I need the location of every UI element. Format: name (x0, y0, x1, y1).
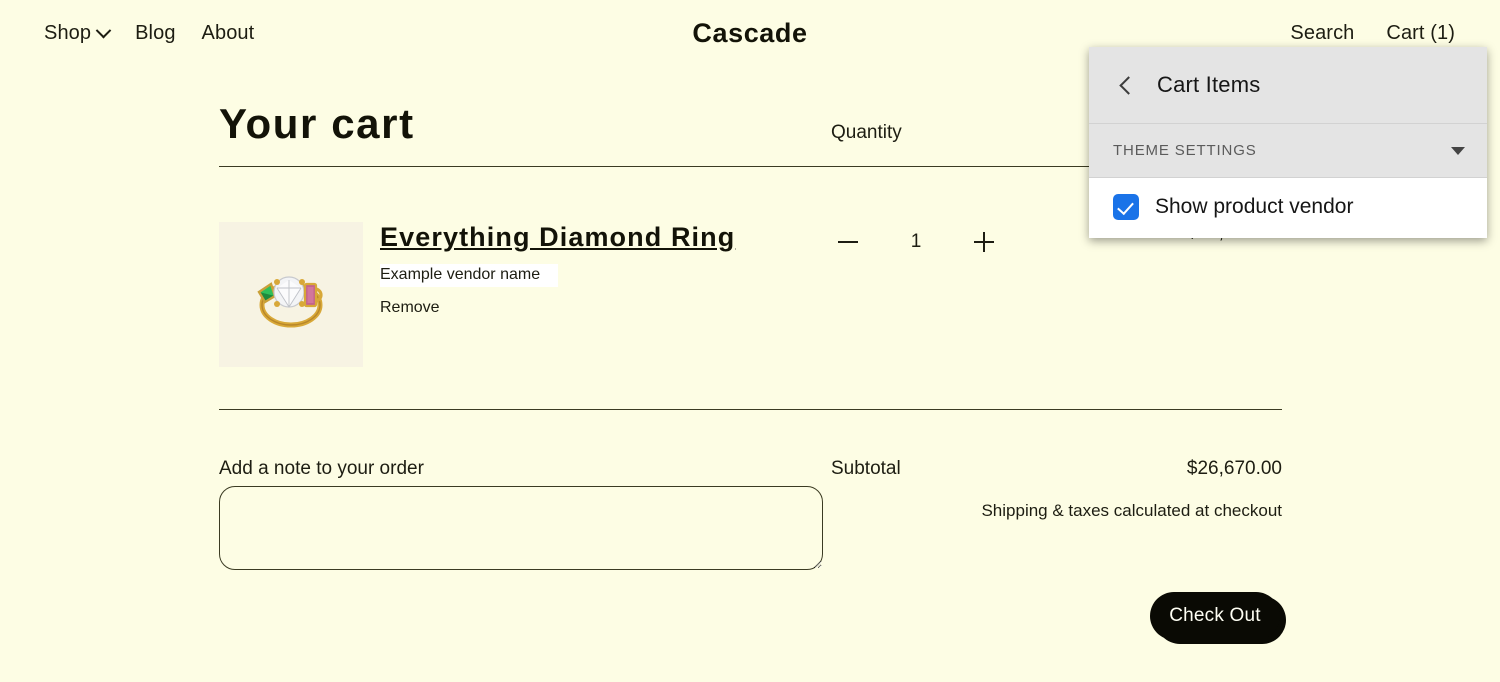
setting-show-product-vendor-label: Show product vendor (1155, 195, 1354, 218)
column-header-quantity: Quantity (831, 122, 902, 143)
checkout-button[interactable]: Check Out (1150, 592, 1280, 640)
order-note-input[interactable] (219, 486, 823, 570)
theme-settings-section-label: THEME SETTINGS (1113, 142, 1257, 159)
theme-panel-title: Cart Items (1157, 72, 1261, 97)
setting-show-product-vendor[interactable]: Show product vendor (1113, 194, 1463, 220)
divider-bottom (219, 409, 1282, 410)
theme-settings-body: Show product vendor (1089, 178, 1487, 238)
shipping-taxes-note: Shipping & taxes calculated at checkout (981, 501, 1282, 520)
theme-settings-section-header[interactable]: THEME SETTINGS (1089, 124, 1487, 178)
utility-navigation: Search Cart (1) (1290, 23, 1455, 43)
chevron-left-icon[interactable] (1113, 72, 1139, 98)
theme-panel-header: Cart Items (1089, 47, 1487, 124)
cart-link[interactable]: Cart (1) (1386, 23, 1455, 43)
checkbox-checked-icon[interactable] (1113, 194, 1139, 220)
search-link[interactable]: Search (1290, 23, 1354, 43)
cart-line-item: Everything Diamond Ring Example vendor n… (219, 222, 1282, 367)
page-title: Your cart (219, 100, 415, 147)
remove-item-link[interactable]: Remove (380, 299, 440, 318)
site-logo[interactable]: Cascade (0, 18, 1500, 49)
theme-settings-panel: Cart Items THEME SETTINGS Show product v… (1089, 47, 1487, 238)
product-vendor: Example vendor name (380, 264, 559, 287)
subtotal-value: $26,670.00 (1186, 458, 1282, 479)
caret-down-icon (1451, 146, 1465, 155)
